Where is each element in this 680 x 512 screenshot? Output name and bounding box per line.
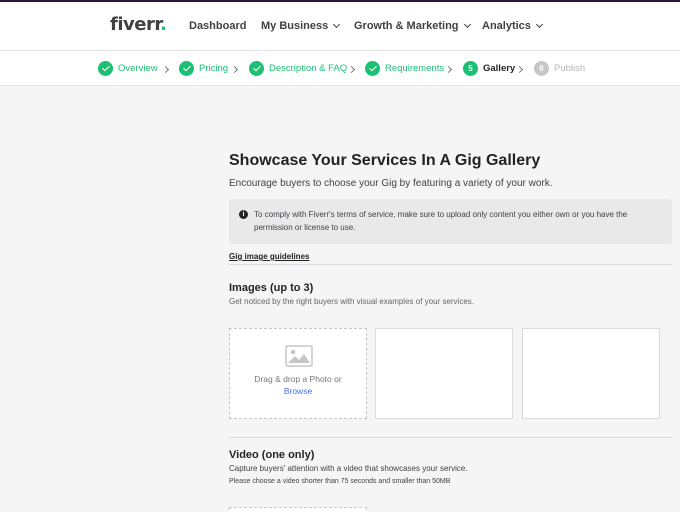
chevron-right-icon xyxy=(444,65,453,74)
image-slot-2[interactable] xyxy=(375,328,513,419)
gig-image-guidelines-link[interactable]: Gig image guidelines xyxy=(229,252,309,261)
images-heading: Images (up to 3) xyxy=(229,282,314,294)
step-publish[interactable]: 6 Publish xyxy=(534,60,585,76)
chevron-down-icon xyxy=(333,20,341,29)
terms-notice: i To comply with Fiverr's terms of servi… xyxy=(229,199,672,244)
video-heading: Video (one only) xyxy=(229,449,315,461)
nav-dashboard[interactable]: Dashboard xyxy=(189,20,246,32)
page-subtitle: Encourage buyers to choose your Gig by f… xyxy=(229,178,553,189)
chevron-right-icon xyxy=(230,65,239,74)
gig-creation-steps: Overview Pricing Description & FAQ Requi… xyxy=(0,51,680,86)
page-title: Showcase Your Services In A Gig Gallery xyxy=(229,152,541,169)
nav-my-business[interactable]: My Business xyxy=(261,20,341,32)
browse-link[interactable]: Browse xyxy=(230,386,366,396)
divider xyxy=(229,437,672,438)
chevron-down-icon xyxy=(463,20,471,29)
step-number-badge: 6 xyxy=(534,60,549,76)
chevron-right-icon xyxy=(161,65,170,74)
image-slot-3[interactable] xyxy=(522,328,660,419)
step-pricing[interactable]: Pricing xyxy=(179,60,228,76)
check-icon xyxy=(179,60,194,76)
photo-icon xyxy=(285,345,313,367)
chevron-down-icon xyxy=(535,20,543,29)
video-description: Capture buyers' attention with a video t… xyxy=(229,464,468,473)
step-number-badge: 5 xyxy=(463,60,478,76)
video-size-note: Please choose a video shorter than 75 se… xyxy=(229,478,451,485)
divider xyxy=(229,264,672,265)
info-icon: i xyxy=(239,210,248,219)
notice-text: To comply with Fiverr's terms of service… xyxy=(254,210,628,232)
chevron-right-icon xyxy=(347,65,356,74)
top-navigation-bar: fiverr. Dashboard My Business Growth & M… xyxy=(0,2,680,51)
check-icon xyxy=(98,60,113,76)
step-requirements[interactable]: Requirements xyxy=(365,60,444,76)
chevron-right-icon xyxy=(515,65,524,74)
step-overview[interactable]: Overview xyxy=(98,60,158,76)
check-icon xyxy=(365,60,380,76)
step-description-faq[interactable]: Description & FAQ xyxy=(249,60,347,76)
images-description: Get noticed by the right buyers with vis… xyxy=(229,297,474,306)
fiverr-logo[interactable]: fiverr. xyxy=(110,14,167,35)
dropzone-text: Drag & drop a Photo or xyxy=(254,374,342,384)
video-dropzone[interactable] xyxy=(229,507,367,512)
nav-growth-marketing[interactable]: Growth & Marketing xyxy=(354,20,471,32)
check-icon xyxy=(249,60,264,76)
step-gallery[interactable]: 5 Gallery xyxy=(463,60,515,76)
nav-analytics[interactable]: Analytics xyxy=(482,20,543,32)
image-dropzone[interactable]: Drag & drop a Photo or Browse xyxy=(229,328,367,419)
